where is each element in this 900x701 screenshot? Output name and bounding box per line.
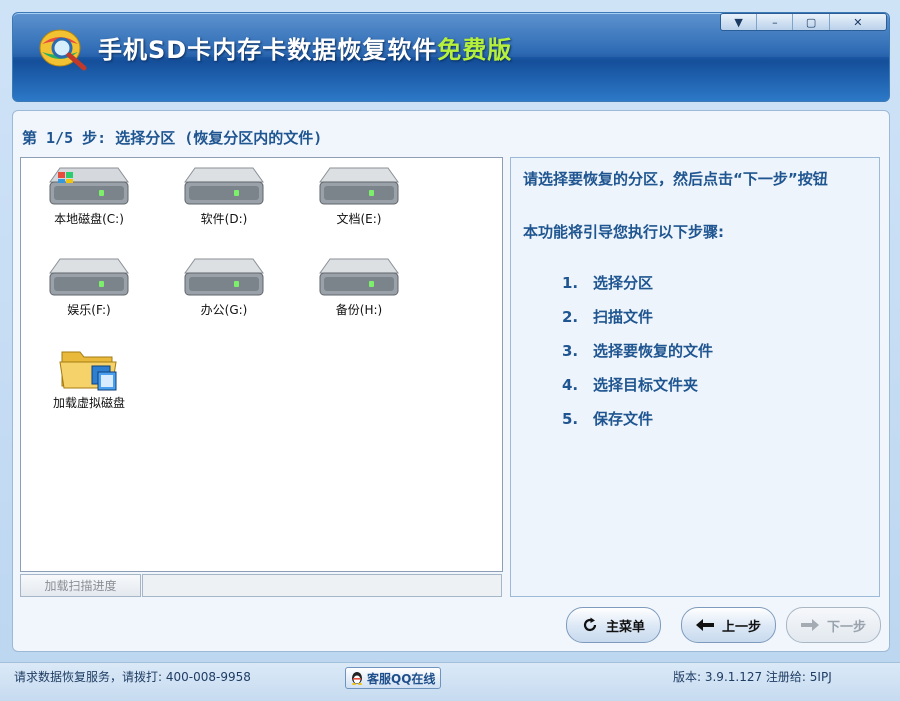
step-number: 1. bbox=[562, 274, 579, 292]
step-number: 3. bbox=[562, 342, 579, 360]
drive-label: 娱乐(F:) bbox=[67, 303, 111, 317]
virtual-disk-folder-icon bbox=[59, 351, 117, 391]
arrow-left-icon bbox=[695, 619, 714, 631]
previous-step-label: 上一步 bbox=[721, 619, 761, 635]
refresh-icon bbox=[583, 617, 597, 632]
step-item: 3. 选择要恢复的文件 bbox=[562, 340, 713, 374]
drive-label: 文档(E:) bbox=[336, 212, 382, 226]
step-item: 5. 保存文件 bbox=[562, 408, 713, 442]
arrow-right-icon bbox=[800, 619, 819, 631]
qq-support-button[interactable]: 客服QQ在线 bbox=[345, 667, 441, 689]
app-logo-icon bbox=[39, 29, 87, 71]
load-scan-progress-button[interactable]: 加载扫描进度 bbox=[20, 574, 141, 597]
app-title-edition: 免费版 bbox=[437, 36, 513, 64]
next-step-label: 下一步 bbox=[826, 619, 866, 635]
drive-item-f[interactable]: 娱乐(F:) bbox=[34, 255, 144, 318]
step-list: 1. 选择分区 2. 扫描文件 3. 选择要恢复的文件 4. 选择目标文件夹 5. 保存文… bbox=[562, 272, 713, 442]
previous-step-button[interactable]: 上一步 bbox=[681, 607, 776, 643]
step-title: 第 1/5 步: 选择分区 (恢复分区内的文件) bbox=[22, 129, 323, 147]
step-item: 1. 选择分区 bbox=[562, 272, 713, 306]
scan-progress-bar bbox=[142, 574, 502, 597]
drive-label: 软件(D:) bbox=[200, 212, 248, 226]
hard-drive-icon bbox=[49, 258, 129, 296]
instruction-intro: 本功能将引导您执行以下步骤: bbox=[523, 223, 724, 241]
qq-penguin-icon bbox=[352, 672, 362, 685]
hard-drive-icon bbox=[319, 167, 399, 205]
service-hotline-text: 请求数据恢复服务，请拨打: 400-008-9958 bbox=[14, 670, 251, 684]
drive-label: 办公(G:) bbox=[200, 303, 248, 317]
step-item: 2. 扫描文件 bbox=[562, 306, 713, 340]
main-menu-label: 主菜单 bbox=[605, 619, 645, 635]
step-text: 扫描文件 bbox=[593, 308, 654, 326]
drive-item-g[interactable]: 办公(G:) bbox=[169, 255, 279, 318]
drive-label: 备份(H:) bbox=[335, 303, 383, 317]
app-title-main: 手机SD卡内存卡数据恢复软件 bbox=[98, 36, 438, 64]
version-info: 版本: 3.9.1.127 注册给: 5IPJ bbox=[673, 670, 832, 684]
main-menu-button[interactable]: 主菜单 bbox=[566, 607, 661, 643]
drive-label: 本地磁盘(C:) bbox=[54, 212, 124, 226]
instruction-prompt: 请选择要恢复的分区，然后点击“下一步”按钮 bbox=[523, 170, 828, 188]
menu-dropdown-button[interactable]: ▼ bbox=[721, 14, 758, 30]
maximize-button[interactable]: ▢ bbox=[793, 14, 830, 30]
close-button[interactable]: ✕ bbox=[830, 14, 886, 30]
hard-drive-icon bbox=[184, 167, 264, 205]
system-drive-icon bbox=[49, 167, 129, 205]
step-number: 4. bbox=[562, 376, 579, 394]
step-text: 选择目标文件夹 bbox=[593, 376, 699, 394]
step-item: 4. 选择目标文件夹 bbox=[562, 374, 713, 408]
drive-label: 加载虚拟磁盘 bbox=[52, 396, 125, 410]
step-number: 5. bbox=[562, 410, 579, 428]
drive-item-d[interactable]: 软件(D:) bbox=[169, 164, 279, 227]
next-step-button[interactable]: 下一步 bbox=[786, 607, 881, 643]
hard-drive-icon bbox=[184, 258, 264, 296]
partition-list[interactable]: 本地磁盘(C:) 软件(D:) 文档(E:) 娱乐(F:) 办公(G:) 备份(… bbox=[20, 157, 503, 572]
drive-item-e[interactable]: 文档(E:) bbox=[304, 164, 414, 227]
hard-drive-icon bbox=[319, 258, 399, 296]
drive-item-h[interactable]: 备份(H:) bbox=[304, 255, 414, 318]
load-virtual-disk-item[interactable]: 加载虚拟磁盘 bbox=[34, 342, 144, 411]
drive-item-c[interactable]: 本地磁盘(C:) bbox=[34, 164, 144, 227]
window-controls: ▼ – ▢ ✕ bbox=[720, 13, 887, 31]
step-text: 选择要恢复的文件 bbox=[593, 342, 714, 360]
app-title: 手机SD卡内存卡数据恢复软件免费版 bbox=[98, 30, 512, 65]
qq-support-label: 客服QQ在线 bbox=[367, 671, 436, 686]
step-text: 选择分区 bbox=[593, 274, 654, 292]
minimize-button[interactable]: – bbox=[757, 14, 794, 30]
step-text: 保存文件 bbox=[593, 410, 654, 428]
step-number: 2. bbox=[562, 308, 579, 326]
